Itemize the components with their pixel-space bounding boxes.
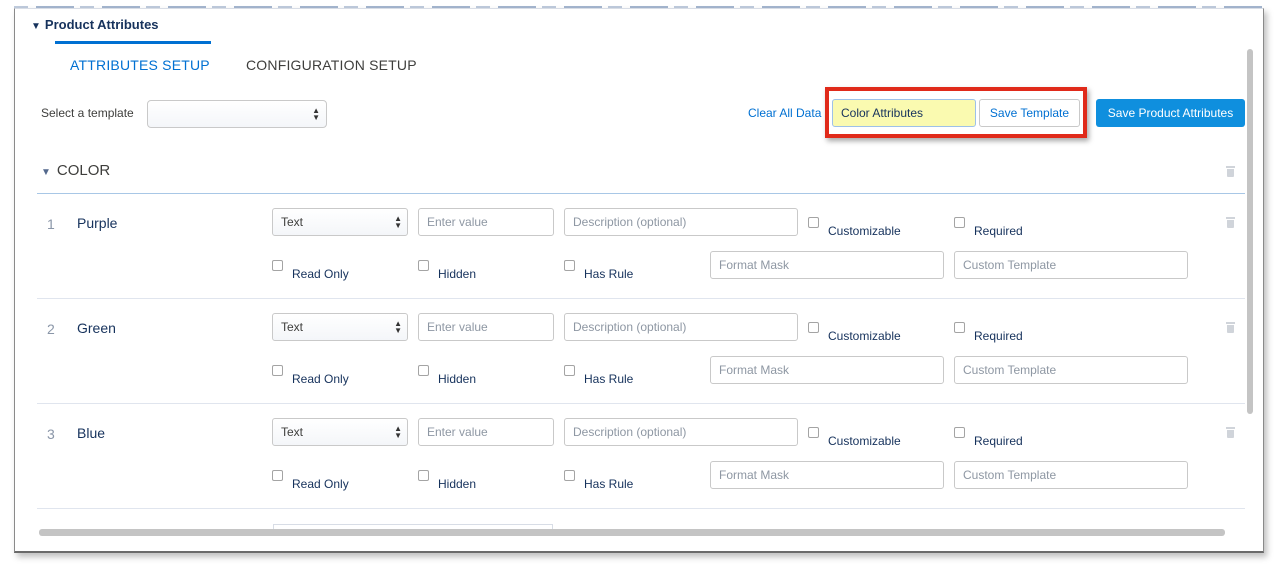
type-select-value: Text [281, 425, 304, 439]
row-number: 1 [47, 216, 55, 232]
type-select[interactable]: Text ▲ ▼ [272, 208, 408, 236]
checkbox-label: Has Rule [584, 477, 634, 491]
trash-icon[interactable] [1226, 427, 1235, 438]
template-select[interactable]: ▲ ▼ [147, 100, 327, 128]
select-arrows-icon: ▲ ▼ [394, 319, 402, 335]
checkbox-box[interactable] [418, 365, 429, 376]
format-mask-input[interactable]: Format Mask [710, 356, 944, 384]
tab-attributes-setup[interactable]: ATTRIBUTES SETUP [70, 57, 210, 73]
clear-all-data-link[interactable]: Clear All Data [748, 106, 821, 120]
trash-icon[interactable] [1226, 166, 1235, 177]
format-mask-input[interactable]: Format Mask [710, 461, 944, 489]
checkbox-box[interactable] [954, 322, 965, 333]
save-template-button[interactable]: Save Template [979, 99, 1080, 127]
vertical-scrollbar[interactable] [1247, 49, 1253, 414]
description-input[interactable]: Description (optional) [564, 313, 798, 341]
horizontal-scrollbar[interactable] [39, 529, 1225, 536]
select-arrows-icon: ▲ ▼ [312, 106, 320, 122]
attribute-row: 2 Green Text ▲ ▼ Enter value Description (… [37, 299, 1245, 404]
description-input[interactable]: Description (optional) [564, 418, 798, 446]
checkbox-label: Hidden [438, 477, 477, 491]
checkbox-label: Required [974, 434, 1023, 448]
checkbox-box[interactable] [808, 217, 819, 228]
type-select[interactable]: Text ▲ ▼ [272, 313, 408, 341]
format-mask-input[interactable]: Format Mask [710, 251, 944, 279]
attribute-row: 1 Purple Text ▲ ▼ Enter value Description … [37, 194, 1245, 299]
checkbox-label: Customizable [828, 434, 901, 448]
checkbox-box[interactable] [418, 260, 429, 271]
tab-configuration-setup[interactable]: CONFIGURATION SETUP [246, 57, 417, 73]
checkbox-label: Read Only [292, 372, 349, 386]
custom-template-input[interactable]: Custom Template [954, 251, 1188, 279]
checkbox-box[interactable] [808, 427, 819, 438]
product-attributes-panel: ▼ Product Attributes ATTRIBUTES SETUP CON… [14, 8, 1264, 553]
active-tab-indicator [55, 41, 211, 44]
checkbox-label: Customizable [828, 329, 901, 343]
checkbox-label: Has Rule [584, 372, 634, 386]
checkbox-box[interactable] [564, 470, 575, 481]
type-select-value: Text [281, 320, 304, 334]
checkbox-box[interactable] [808, 322, 819, 333]
group-name: COLOR [56, 162, 111, 179]
custom-template-input[interactable]: Custom Template [954, 461, 1188, 489]
value-input[interactable]: Enter value [418, 418, 554, 446]
checkbox-label: Hidden [438, 267, 477, 281]
checkbox-box[interactable] [272, 470, 283, 481]
select-arrows-icon: ▲ ▼ [394, 214, 402, 230]
trash-icon[interactable] [1226, 322, 1235, 333]
section-title: Product Attributes [44, 17, 159, 32]
attribute-name: Blue [77, 425, 106, 441]
checkbox-label: Required [974, 329, 1023, 343]
attribute-row: 3 Blue Text ▲ ▼ Enter value Description (o… [37, 404, 1245, 509]
row-number: 3 [47, 426, 55, 442]
checkbox-box[interactable] [418, 470, 429, 481]
checkbox-box[interactable] [564, 260, 575, 271]
custom-template-input[interactable]: Custom Template [954, 356, 1188, 384]
collapse-triangle-icon: ▼ [41, 167, 51, 178]
checkbox-box[interactable] [272, 365, 283, 376]
section-header[interactable]: ▼ Product Attributes [31, 17, 159, 32]
checkbox-label: Read Only [292, 267, 349, 281]
collapse-triangle-icon: ▼ [31, 21, 41, 32]
checkbox-box[interactable] [954, 427, 965, 438]
attribute-name: Green [77, 320, 116, 336]
type-select[interactable]: Text ▲ ▼ [272, 418, 408, 446]
value-input[interactable]: Enter value [418, 313, 554, 341]
value-input[interactable]: Enter value [418, 208, 554, 236]
type-select-value: Text [281, 215, 304, 229]
checkbox-label: Customizable [828, 224, 901, 238]
trash-icon[interactable] [1226, 217, 1235, 228]
attribute-name: Purple [77, 215, 118, 231]
description-input[interactable]: Description (optional) [564, 208, 798, 236]
checkbox-label: Has Rule [584, 267, 634, 281]
checkbox-label: Read Only [292, 477, 349, 491]
row-number: 2 [47, 321, 55, 337]
checkbox-label: Hidden [438, 372, 477, 386]
checkbox-label: Required [974, 224, 1023, 238]
checkbox-box[interactable] [564, 365, 575, 376]
checkbox-box[interactable] [272, 260, 283, 271]
template-name-input[interactable]: Color Attributes [832, 99, 976, 127]
template-select-label: Select a template [41, 106, 134, 120]
group-header-color[interactable]: ▼ COLOR [41, 162, 110, 179]
select-arrows-icon: ▲ ▼ [394, 424, 402, 440]
save-product-attributes-button[interactable]: Save Product Attributes [1096, 99, 1245, 127]
checkbox-box[interactable] [954, 217, 965, 228]
